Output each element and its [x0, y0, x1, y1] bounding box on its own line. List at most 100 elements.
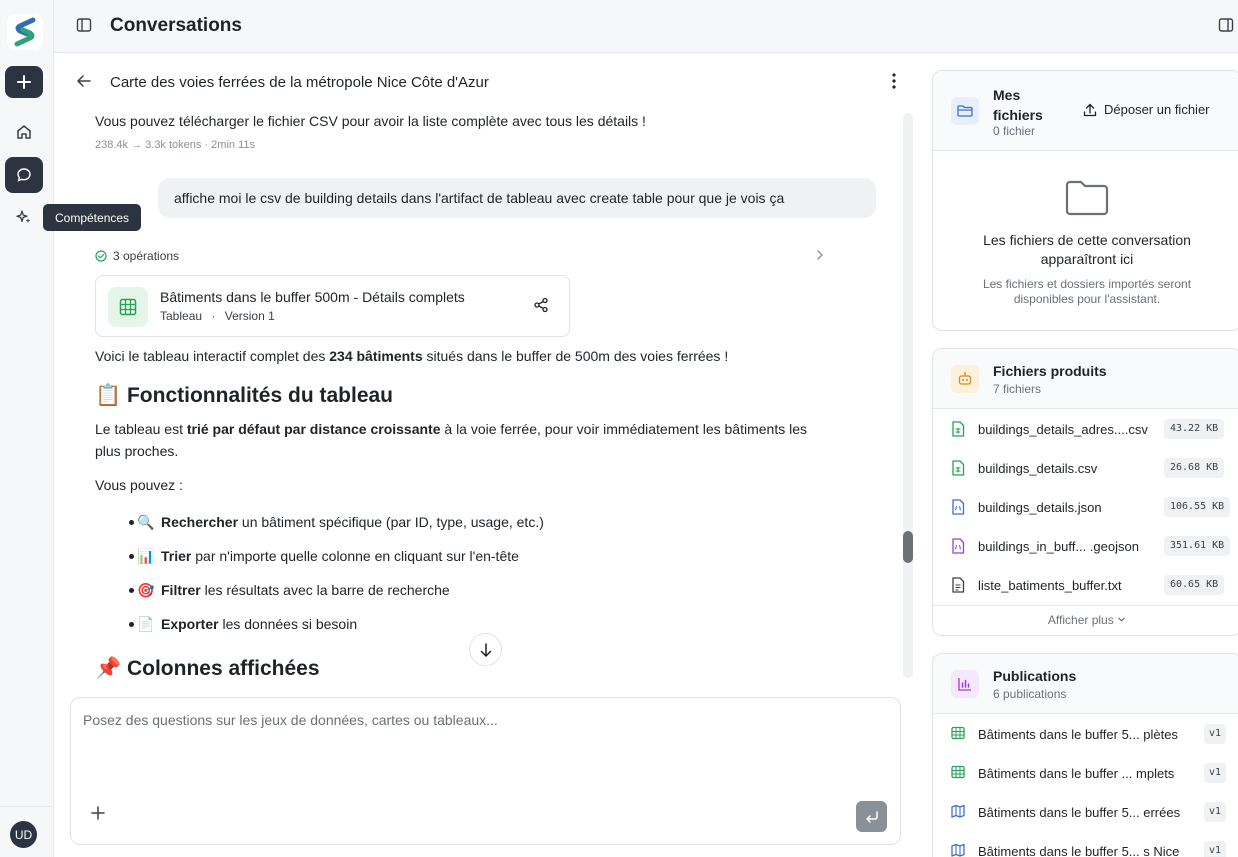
list-item: 📊 Trier par n'importe quelle colonne en c… [129, 545, 737, 567]
page-title: Conversations [110, 15, 242, 36]
arrow-down-icon [480, 642, 491, 657]
app-logo[interactable] [7, 14, 43, 50]
enter-icon [865, 810, 878, 823]
scroll-down-button[interactable] [469, 633, 502, 666]
user-avatar[interactable]: UD [10, 821, 37, 848]
publication-row[interactable]: Bâtiments dans le buffer 5... plètes v1 [933, 715, 1238, 754]
chevron-down-icon [1118, 617, 1125, 622]
sidebar-toggle-button[interactable] [76, 17, 92, 36]
chat-scrollbar[interactable] [903, 113, 913, 678]
publication-row[interactable]: Bâtiments dans le buffer 5... errées v1 [933, 793, 1238, 832]
list-item: 🎯 Filtrer les résultats avec la barre de … [129, 579, 737, 601]
operations-label: 3 opérations [113, 249, 180, 263]
file-row[interactable]: liste_batiments_buffer.txt 60.65 KB [933, 566, 1238, 605]
artifact-name: Bâtiments dans le buffer 500m - Détails … [160, 289, 465, 305]
robot-icon [951, 365, 979, 393]
sparkles-icon [16, 210, 31, 224]
plus-icon [17, 75, 31, 89]
publications-count: 6 publications [993, 687, 1067, 701]
message-input[interactable] [83, 712, 863, 728]
conversation-title: Carte des voies ferrées de la métropole … [110, 74, 489, 91]
operations-toggle[interactable]: 3 opérations [95, 248, 825, 264]
publication-name: Bâtiments dans le buffer 5... s Nice [978, 844, 1180, 857]
publication-row[interactable]: Bâtiments dans le buffer 5... s Nice v1 [933, 832, 1238, 857]
publication-version: v1 [1204, 802, 1227, 822]
artifact-meta: Tableau · Version 1 [160, 309, 275, 323]
intro-paragraph: Voici le tableau interactif complet des … [95, 348, 729, 364]
you-can-text: Vous pouvez : [95, 477, 183, 493]
geojson-file-icon [952, 538, 965, 554]
upload-file-button[interactable]: Déposer un fichier [1083, 102, 1210, 117]
top-bar: Conversations [54, 0, 1238, 53]
produced-files-title: Fichiers produits [993, 363, 1107, 379]
skills-button[interactable] [5, 201, 43, 233]
sorted-paragraph: Le tableau est trié par défaut par dista… [95, 421, 807, 459]
file-size: 60.65 KB [1164, 575, 1225, 595]
list-item: 📄 Exporter les données si besoin [129, 613, 737, 635]
new-conversation-button[interactable] [5, 66, 43, 98]
produced-files-panel: Fichiers produits 7 fichiers buildings_d… [932, 348, 1238, 636]
json-file-icon [952, 499, 965, 515]
columns-heading: 📌 Colonnes affichées [95, 657, 320, 680]
share-button[interactable] [533, 297, 549, 316]
folder-icon [1065, 179, 1109, 220]
publications-panel: Publications 6 publications Bâtiments da… [932, 653, 1238, 857]
file-size: 351.61 KB [1164, 536, 1231, 556]
table-icon [951, 765, 965, 779]
map-icon [951, 804, 965, 818]
bar-chart-icon [951, 670, 979, 698]
attach-button[interactable] [91, 806, 105, 823]
file-size: 106.55 KB [1164, 497, 1231, 517]
my-files-count: 0 fichier [993, 124, 1036, 138]
message-composer [70, 697, 901, 845]
user-message-text: affiche moi le csv de building details d… [174, 190, 785, 206]
message-meta: 238.4k → 3.3k tokens · 2min 11s [95, 139, 255, 151]
skills-tooltip: Compétences [43, 204, 142, 231]
file-row[interactable]: buildings_details_adres....csv 43.22 KB [933, 410, 1238, 449]
more-options-button[interactable] [886, 72, 902, 93]
my-files-header: Mes fichiers 0 fichier Déposer un fichie… [933, 71, 1238, 151]
file-name: buildings_details_adres....csv [978, 422, 1148, 437]
sidebar-panel-icon [76, 18, 92, 32]
chevron-right-icon [815, 248, 825, 265]
list-item: 🔍 Rechercher un bâtiment spécifique (par … [129, 511, 737, 533]
conversation-header: Carte des voies ferrées de la métropole … [70, 62, 910, 102]
send-button[interactable] [856, 801, 887, 832]
file-name: buildings_in_buff... .geojson [978, 539, 1139, 554]
text-file-icon [952, 577, 965, 593]
home-icon [17, 125, 31, 139]
right-panel-toggle-button[interactable] [1218, 17, 1234, 36]
publications-title: Publications [993, 668, 1077, 684]
file-row[interactable]: buildings_details.csv 26.68 KB [933, 449, 1238, 488]
user-message: affiche moi le csv de building details d… [158, 178, 876, 218]
publication-version: v1 [1204, 841, 1227, 857]
publication-version: v1 [1204, 763, 1227, 783]
left-rail: UD [0, 0, 54, 857]
file-row[interactable]: buildings_details.json 106.55 KB [933, 488, 1238, 527]
file-name: liste_batiments_buffer.txt [978, 578, 1122, 593]
scroll-thumb[interactable] [903, 531, 913, 563]
home-button[interactable] [5, 116, 43, 148]
check-circle-icon [95, 250, 107, 262]
folder-open-icon [951, 97, 979, 125]
publications-header: Publications 6 publications [933, 654, 1238, 714]
artifact-card[interactable]: Bâtiments dans le buffer 500m - Détails … [95, 275, 570, 337]
publication-row[interactable]: Bâtiments dans le buffer ... mplets v1 [933, 754, 1238, 793]
features-heading: 📋 Fonctionnalités du tableau [95, 384, 393, 407]
right-panel-icon [1218, 18, 1234, 32]
table-icon [108, 287, 148, 327]
publication-name: Bâtiments dans le buffer ... mplets [978, 766, 1175, 781]
more-vertical-icon [892, 73, 896, 89]
publication-name: Bâtiments dans le buffer 5... plètes [978, 727, 1178, 742]
arrow-left-icon [77, 75, 91, 87]
back-button[interactable] [76, 73, 92, 92]
empty-state-title: Les fichiers de cette conversation appar… [983, 232, 1191, 267]
conversations-button[interactable] [5, 157, 43, 193]
chat-messages[interactable]: Vous pouvez télécharger le fichier CSV p… [95, 110, 885, 685]
produced-files-count: 7 fichiers [993, 382, 1042, 396]
file-row[interactable]: buildings_in_buff... .geojson 351.61 KB [933, 527, 1238, 566]
logo-icon [14, 17, 36, 47]
map-icon [951, 843, 965, 857]
show-more-button[interactable]: Afficher plus [933, 613, 1238, 627]
table-icon [951, 726, 965, 740]
